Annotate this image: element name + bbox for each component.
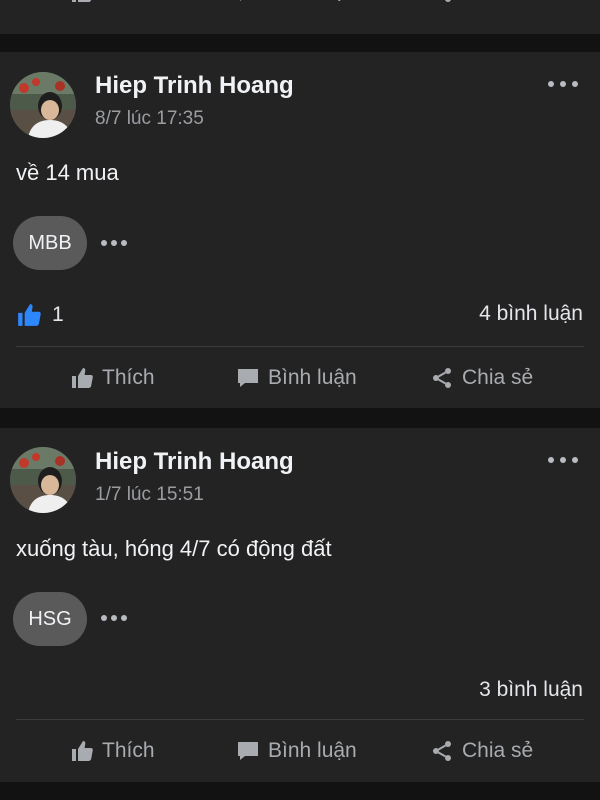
tag-more-icon[interactable] [101, 237, 127, 249]
share-button[interactable]: Chia sẻ [430, 721, 533, 781]
author-name[interactable]: Hiep Trinh Hoang [95, 72, 294, 100]
post-text: về 14 mua [16, 160, 119, 185]
comment-icon [240, 0, 242, 1]
feed-divider [0, 408, 600, 428]
post-timestamp[interactable]: 8/7 lúc 17:35 [95, 108, 204, 130]
share-button[interactable]: Chia sẻ [430, 0, 533, 22]
post-card-previous: Thích Bình luận Chia sẻ [0, 0, 600, 34]
avatar-photo [10, 72, 76, 138]
post-actions: Thích Bình luận Chia sẻ [0, 721, 600, 781]
comment-icon [238, 369, 258, 387]
separator [16, 346, 584, 347]
like-label: Thích [102, 739, 155, 762]
like-button[interactable]: Thích [70, 0, 155, 22]
share-icon [445, 0, 451, 2]
like-label: Thích [102, 366, 155, 389]
feed-divider [0, 34, 600, 52]
thumbs-up-icon [72, 368, 93, 388]
comment-count[interactable]: 3 bình luận [479, 678, 583, 702]
avatar[interactable] [10, 447, 76, 513]
more-options-icon[interactable] [548, 74, 578, 94]
comment-button[interactable]: Bình luận [236, 348, 357, 408]
tag-more-icon[interactable] [101, 612, 127, 624]
avatar[interactable] [10, 72, 76, 138]
share-label: Chia sẻ [462, 366, 534, 389]
post-text: xuống tàu, hóng 4/7 có động đất [16, 536, 332, 561]
separator [16, 719, 584, 720]
like-button[interactable]: Thích [70, 348, 155, 408]
comment-button[interactable]: Bình luận [236, 721, 357, 781]
like-label: Thích [102, 0, 155, 4]
thumbs-up-icon [72, 0, 92, 2]
like-reaction-icon [18, 304, 41, 326]
share-button[interactable]: Chia sẻ [430, 348, 533, 408]
stock-tag[interactable]: MBB [13, 216, 87, 270]
post-actions: Thích Bình luận Chia sẻ [0, 348, 600, 408]
post-card: Hiep Trinh Hoang 8/7 lúc 17:35 về 14 mua… [0, 52, 600, 408]
reaction-summary[interactable]: 1 [16, 302, 64, 328]
stock-tag[interactable]: HSG [13, 592, 87, 646]
comment-label: Bình luận [268, 0, 357, 4]
feed-divider [0, 782, 600, 800]
post-timestamp[interactable]: 1/7 lúc 15:51 [95, 484, 204, 506]
post-actions-previous: Thích Bình luận Chia sẻ [0, 0, 600, 22]
share-icon [433, 741, 451, 761]
avatar-photo [10, 447, 76, 513]
more-options-icon[interactable] [548, 450, 578, 470]
comment-button[interactable]: Bình luận [236, 0, 357, 22]
comment-count[interactable]: 4 bình luận [479, 302, 583, 326]
thumbs-up-icon [72, 741, 93, 761]
comment-label: Bình luận [268, 739, 357, 762]
like-button[interactable]: Thích [70, 721, 155, 781]
author-name[interactable]: Hiep Trinh Hoang [95, 448, 294, 476]
post-card: Hiep Trinh Hoang 1/7 lúc 15:51 xuống tàu… [0, 428, 600, 782]
like-count: 1 [52, 303, 64, 326]
share-label: Chia sẻ [462, 0, 533, 4]
share-icon [433, 368, 451, 388]
comment-icon [238, 742, 258, 760]
share-label: Chia sẻ [462, 739, 534, 762]
comment-label: Bình luận [268, 366, 357, 389]
